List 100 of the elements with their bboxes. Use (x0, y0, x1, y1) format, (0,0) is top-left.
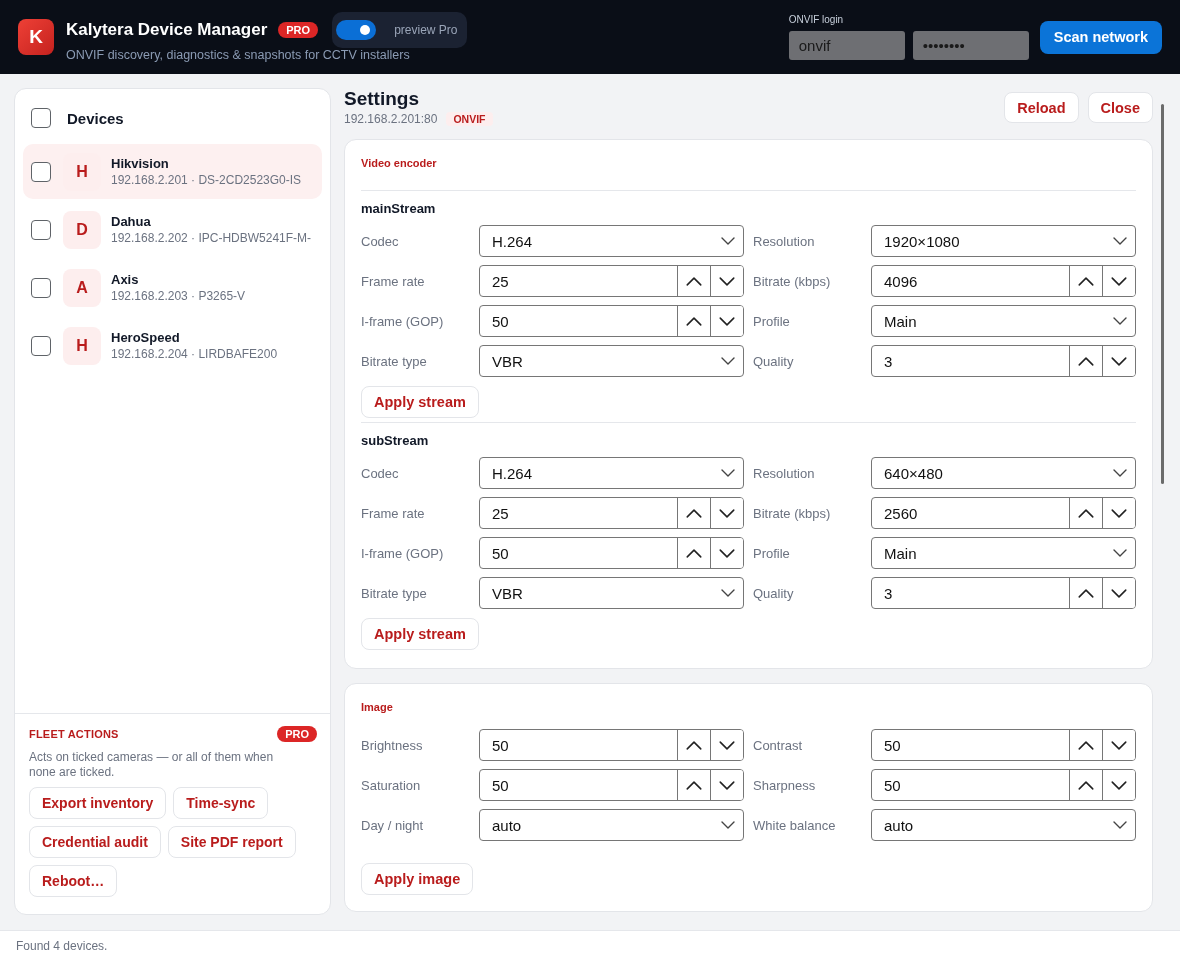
fleet-action-button[interactable]: Credential audit (29, 826, 161, 858)
select-field[interactable]: H.264 (479, 225, 744, 257)
device-item[interactable]: D Dahua 192.168.2.202 · IPC-HDBW5241F-M- (23, 202, 322, 257)
device-name: Axis (111, 271, 140, 288)
decrement-button[interactable] (710, 770, 743, 800)
toggle-switch[interactable] (336, 19, 377, 40)
device-avatar: A (63, 268, 101, 307)
apply-button[interactable]: Apply stream (361, 618, 479, 650)
number-field[interactable]: 3 (871, 345, 1136, 377)
device-checkbox[interactable] (31, 219, 51, 240)
decrement-button[interactable] (1102, 498, 1135, 528)
chevron-down-icon (719, 508, 735, 518)
close-button[interactable]: Close (1087, 92, 1153, 123)
number-field[interactable]: 50 (479, 729, 744, 761)
fleet-action-button[interactable]: Export inventory (29, 787, 167, 819)
device-item[interactable]: H HeroSpeed 192.168.2.204 · LIRDBAFE200 (23, 318, 322, 373)
field-label: Brightness (361, 737, 423, 753)
field-label: Bitrate (kbps) (753, 273, 831, 289)
login-label: ONVIF login (788, 14, 845, 26)
field-label: Frame rate (361, 273, 425, 289)
number-field[interactable]: 50 (479, 769, 744, 801)
select-field[interactable]: 1920×1080 (871, 225, 1136, 257)
device-name: Dahua (111, 213, 152, 230)
decrement-button[interactable] (1102, 346, 1135, 376)
chevron-down-icon (719, 780, 735, 790)
number-field[interactable]: 25 (479, 265, 744, 297)
number-field[interactable]: 50 (479, 305, 744, 337)
select-field[interactable]: Main (871, 305, 1136, 337)
field-label: I-frame (GOP) (361, 545, 444, 561)
number-field[interactable]: 2560 (871, 497, 1136, 529)
field-label: Bitrate (kbps) (753, 505, 831, 521)
protocol-tag: ONVIF (446, 111, 493, 126)
field-label: I-frame (GOP) (361, 313, 444, 329)
chevron-up-icon (1078, 780, 1094, 790)
decrement-button[interactable] (710, 730, 743, 760)
select-field[interactable]: auto (479, 809, 744, 841)
chevron-down-icon (1111, 508, 1127, 518)
chevron-up-icon (686, 548, 702, 558)
number-field[interactable]: 4096 (871, 265, 1136, 297)
chevron-down-icon (721, 821, 735, 829)
select-field[interactable]: 640×480 (871, 457, 1136, 489)
apply-button[interactable]: Apply image (361, 863, 474, 895)
select-field[interactable]: VBR (479, 345, 744, 377)
field-label: Codec (361, 465, 399, 481)
scan-network-button[interactable]: Scan network (1039, 20, 1162, 54)
scrollbar-thumb[interactable] (1161, 104, 1164, 484)
chevron-down-icon (721, 469, 735, 477)
device-details: 192.168.2.201 · DS-2CD2523G0-IS (111, 171, 302, 188)
device-details: 192.168.2.203 · P3265-V (111, 287, 246, 304)
app-subtitle: ONVIF discovery, diagnostics & snapshots for CCTV installers (66, 46, 411, 63)
field-label: Codec (361, 233, 399, 249)
number-field[interactable]: 3 (871, 577, 1136, 609)
decrement-button[interactable] (710, 538, 743, 568)
select-field[interactable]: H.264 (479, 457, 744, 489)
field-label: Day / night (361, 817, 424, 833)
reload-button[interactable]: Reload (1004, 92, 1079, 123)
chevron-down-icon (1113, 317, 1127, 325)
select-all-checkbox[interactable] (31, 108, 51, 128)
select-field[interactable]: VBR (479, 577, 744, 609)
chevron-down-icon (1113, 237, 1127, 245)
chevron-down-icon (719, 276, 735, 286)
apply-button[interactable]: Apply stream (361, 386, 479, 418)
fleet-action-button[interactable]: Site PDF report (167, 826, 296, 858)
number-field[interactable]: 50 (871, 769, 1136, 801)
fleet-action-button[interactable]: Reboot… (29, 865, 118, 897)
chevron-down-icon (721, 357, 735, 365)
device-checkbox[interactable] (31, 161, 51, 182)
chevron-down-icon (721, 589, 735, 597)
decrement-button[interactable] (1102, 578, 1135, 608)
decrement-button[interactable] (710, 266, 743, 296)
chevron-down-icon (1111, 356, 1127, 366)
chevron-down-icon (1111, 588, 1127, 598)
decrement-button[interactable] (1102, 770, 1135, 800)
panel-title: Devices (67, 109, 124, 127)
select-field[interactable]: Main (871, 537, 1136, 569)
app-title: Kalytera Device Manager (66, 19, 268, 40)
field-label: Quality (753, 353, 794, 369)
device-item[interactable]: H Hikvision 192.168.2.201 · DS-2CD2523G0-IS (23, 144, 322, 199)
number-field[interactable]: 50 (479, 537, 744, 569)
chevron-down-icon (1111, 780, 1127, 790)
select-field[interactable]: auto (871, 809, 1136, 841)
chevron-down-icon (721, 237, 735, 245)
device-checkbox[interactable] (31, 335, 51, 356)
field-label: Sharpness (753, 777, 816, 793)
device-item[interactable]: A Axis 192.168.2.203 · P3265-V (23, 260, 322, 315)
device-details: 192.168.2.202 · IPC-HDBW5241F-M- (111, 229, 312, 246)
chevron-up-icon (686, 780, 702, 790)
device-checkbox[interactable] (31, 277, 51, 298)
number-field[interactable]: 25 (479, 497, 744, 529)
decrement-button[interactable] (1102, 266, 1135, 296)
number-field[interactable]: 50 (871, 729, 1136, 761)
device-avatar: H (63, 326, 101, 365)
decrement-button[interactable] (710, 306, 743, 336)
field-label: Bitrate type (361, 585, 427, 601)
fleet-action-button[interactable]: Time-sync (173, 787, 269, 819)
chevron-down-icon (1113, 549, 1127, 557)
chevron-down-icon (1113, 821, 1127, 829)
decrement-button[interactable] (1102, 730, 1135, 760)
decrement-button[interactable] (710, 498, 743, 528)
field-label: Quality (753, 585, 794, 601)
